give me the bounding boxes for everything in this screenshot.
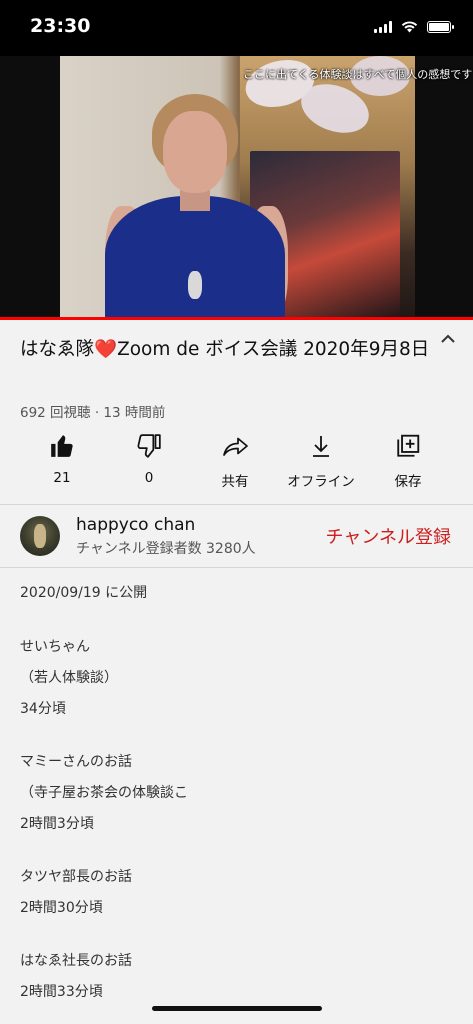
channel-avatar[interactable] [20,516,60,556]
video-progress-fill [0,317,473,320]
description-line: 2時間30分頃 [20,900,103,916]
video-overlay-text: ここに出てくる体験談はすべて個人の感想です [243,68,473,81]
description-line: 34分頃 [20,701,66,717]
description-line: 2時間33分頃 [20,984,103,1000]
cellular-signal-icon [374,20,392,33]
video-title[interactable]: はなゑ隊❤️Zoom de ボイス会議 2020年9月8日 [20,332,430,367]
home-indicator[interactable] [152,1006,322,1011]
channel-name[interactable]: happyco chan [76,515,195,535]
subscribe-button[interactable]: チャンネル登録 [326,523,451,549]
thumbs-up-icon [51,435,73,457]
description-line: 2時間3分頃 [20,816,94,832]
thumbs-down-icon [137,434,161,458]
download-icon [313,436,329,457]
status-icons [374,20,454,33]
share-icon [223,437,248,456]
channel-row: happyco chan チャンネル登録者数 3280人 チャンネル登録 [0,505,473,567]
share-label: 共有 [221,474,249,490]
description-line: （若人体験談） [20,670,118,686]
save-icon [397,434,420,457]
channel-subscriber-count: チャンネル登録者数 3280人 [76,541,256,557]
battery-icon [427,20,454,33]
like-button[interactable]: 21 [19,430,105,486]
divider [0,567,473,568]
description-line: せいちゃん [20,639,90,655]
heart-emoji: ❤️ [94,339,118,360]
view-count-and-age: 692 回視聴 · 13 時間前 [20,405,166,421]
description-line: マミーさんのお話 [20,754,132,770]
description-line: タツヤ部長のお話 [20,869,132,885]
share-button[interactable]: 共有 [192,430,278,490]
like-count: 21 [53,470,71,486]
wifi-icon [401,21,418,33]
status-bar: 23:30 [0,0,473,56]
save-label: 保存 [394,474,422,490]
video-title-part: はなゑ隊 [20,339,95,360]
video-player[interactable]: ここに出てくる体験談はすべて個人の感想です [0,56,473,320]
battery-level [429,22,449,31]
description-line: （寺子屋お茶会の体験談こ [20,785,188,801]
published-date: 2020/09/19 に公開 [20,585,148,601]
save-button[interactable]: 保存 [365,430,451,490]
video-progress-bar[interactable] [0,317,473,320]
action-bar: 21 0 共有 オフライン 保存 [0,430,473,500]
chevron-up-icon[interactable] [437,328,459,350]
dislike-button[interactable]: 0 [106,430,192,486]
dislike-count: 0 [144,470,154,486]
status-time: 23:30 [30,15,91,37]
offline-label: オフライン [287,474,355,490]
video-title-part: Zoom de ボイス会議 2020年9月8日 [117,339,430,360]
description-line: はなゑ社長のお話 [20,953,132,969]
offline-button[interactable]: オフライン [278,430,364,490]
video-frame [60,56,415,320]
